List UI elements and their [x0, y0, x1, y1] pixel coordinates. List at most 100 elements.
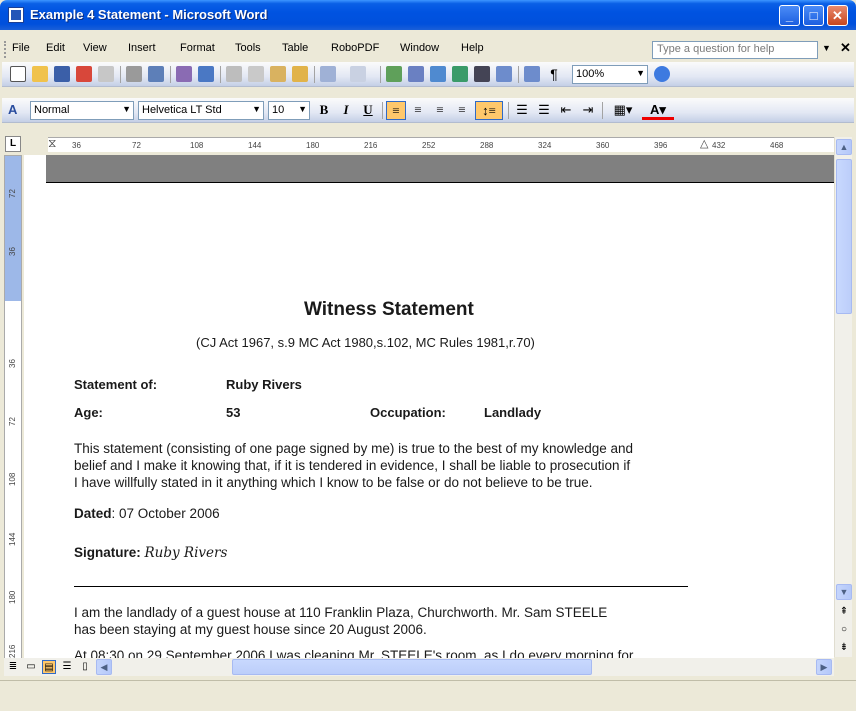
ruler-tick: 216	[8, 644, 17, 658]
web-layout-view-icon[interactable]: ▭	[24, 660, 38, 674]
menu-view[interactable]: View	[83, 42, 107, 54]
copy-icon[interactable]	[248, 66, 264, 82]
next-page-icon[interactable]: ⇟	[837, 641, 851, 655]
menu-format[interactable]: Format	[180, 42, 215, 54]
columns-icon[interactable]	[474, 66, 490, 82]
font-color-button[interactable]: A▾	[642, 101, 674, 120]
save-icon[interactable]	[54, 66, 70, 82]
previous-page-icon[interactable]: ⇞	[837, 605, 851, 619]
borders-icon[interactable]: ▦▾	[608, 101, 638, 120]
vertical-scrollbar[interactable]: ▲ ▼ ⇞ ○ ⇟	[834, 137, 852, 657]
line-spacing-button[interactable]: ↕≡	[475, 101, 503, 120]
email-icon[interactable]	[98, 66, 114, 82]
close-button[interactable]: ✕	[827, 5, 848, 26]
vertical-scroll-thumb[interactable]	[836, 159, 852, 314]
font-select[interactable]: Helvetica LT Std ▼	[138, 101, 264, 120]
declaration-line: belief and I make it knowing that, if it…	[74, 458, 631, 473]
bold-button[interactable]: B	[314, 101, 334, 120]
undo-icon[interactable]	[320, 66, 336, 82]
zoom-value: 100%	[576, 68, 605, 80]
help-icon[interactable]	[654, 66, 670, 82]
align-center-button[interactable]: ≡	[408, 101, 428, 120]
drawing-icon[interactable]	[496, 66, 512, 82]
horizontal-scrollbar[interactable]	[122, 659, 834, 675]
research-icon[interactable]	[198, 66, 214, 82]
redo-icon[interactable]	[350, 66, 366, 82]
maximize-button[interactable]: □	[803, 5, 824, 26]
menu-table[interactable]: Table	[282, 42, 308, 54]
outline-view-icon[interactable]: ☰	[60, 660, 74, 674]
right-indent-marker-icon[interactable]: △	[700, 137, 708, 150]
print-icon[interactable]	[126, 66, 142, 82]
help-search-input[interactable]: Type a question for help	[652, 41, 818, 59]
menubar-grip[interactable]	[4, 41, 7, 58]
divider-line	[74, 586, 688, 587]
insert-table-icon[interactable]	[430, 66, 446, 82]
format-painter-icon[interactable]	[292, 66, 308, 82]
font-size-value: 10	[272, 104, 285, 116]
align-left-button[interactable]: ≡	[386, 101, 406, 120]
menu-window[interactable]: Window	[400, 42, 439, 54]
scroll-left-button[interactable]: ◀	[96, 659, 112, 675]
menu-help[interactable]: Help	[461, 42, 484, 54]
document-area[interactable]: Witness Statement (CJ Act 1967, s.9 MC A…	[24, 155, 834, 660]
menu-file[interactable]: File	[12, 42, 30, 54]
spelling-icon[interactable]	[176, 66, 192, 82]
increase-indent-icon[interactable]: ⇥	[578, 101, 598, 120]
justify-button[interactable]: ≡	[452, 101, 472, 120]
body-paragraph-1: I am the landlady of a guest house at 11…	[74, 604, 754, 638]
tables-borders-icon[interactable]	[408, 66, 424, 82]
decrease-indent-icon[interactable]: ⇤	[556, 101, 576, 120]
cut-icon[interactable]	[226, 66, 242, 82]
document-close-button[interactable]: ✕	[840, 40, 851, 56]
print-preview-icon[interactable]	[148, 66, 164, 82]
horizontal-scroll-thumb[interactable]	[232, 659, 592, 675]
select-browse-object-icon[interactable]: ○	[837, 623, 851, 637]
style-select[interactable]: Normal ▼	[30, 101, 134, 120]
scroll-right-button[interactable]: ▶	[816, 659, 832, 675]
permission-icon[interactable]	[76, 66, 92, 82]
page-top-band	[46, 155, 834, 182]
formatting-toolbar: A Normal ▼ Helvetica LT Std ▼ 10 ▼ B I U…	[2, 98, 854, 123]
word-app-icon[interactable]	[8, 7, 24, 23]
bullets-icon[interactable]: ☰	[534, 101, 554, 120]
tab-selector[interactable]: L	[5, 136, 21, 152]
ruler-tick: 180	[8, 590, 17, 604]
signature-value: Ruby Rivers	[144, 545, 228, 561]
statement-subheading: (CJ Act 1967, s.9 MC Act 1980,s.102, MC …	[196, 335, 535, 350]
occupation-label: Occupation:	[370, 405, 446, 420]
print-layout-view-icon[interactable]: ▤	[42, 660, 56, 674]
show-hide-icon[interactable]: ¶	[546, 66, 562, 82]
ruler-tick: 180	[306, 141, 320, 150]
normal-view-icon[interactable]: ≣	[6, 660, 20, 674]
zoom-select[interactable]: 100% ▼	[572, 65, 648, 84]
ruler-tick: 216	[364, 141, 378, 150]
paste-icon[interactable]	[270, 66, 286, 82]
scroll-up-button[interactable]: ▲	[836, 139, 852, 155]
new-document-icon[interactable]	[10, 66, 26, 82]
minimize-button[interactable]: _	[779, 5, 800, 26]
help-dropdown-icon[interactable]: ▼	[822, 43, 831, 53]
reading-layout-view-icon[interactable]: ▯	[78, 660, 92, 674]
font-size-select[interactable]: 10 ▼	[268, 101, 310, 120]
menu-robopdf[interactable]: RoboPDF	[331, 42, 379, 54]
vertical-ruler[interactable]: 72 36 36 72 108 144 180 216	[4, 155, 22, 660]
underline-button[interactable]: U	[358, 101, 378, 120]
menu-edit[interactable]: Edit	[46, 42, 65, 54]
left-indent-marker-icon[interactable]: ⧖	[48, 136, 56, 151]
standard-toolbar: ¶ 100% ▼	[2, 62, 854, 87]
numbering-icon[interactable]: ☰	[512, 101, 532, 120]
styles-pane-icon[interactable]: A	[8, 102, 24, 118]
ruler-tick: 252	[422, 141, 436, 150]
menu-tools[interactable]: Tools	[235, 42, 261, 54]
hyperlink-icon[interactable]	[386, 66, 402, 82]
open-folder-icon[interactable]	[32, 66, 48, 82]
document-map-icon[interactable]	[524, 66, 540, 82]
scroll-down-button[interactable]: ▼	[836, 584, 852, 600]
insert-excel-icon[interactable]	[452, 66, 468, 82]
horizontal-ruler[interactable]: 36 72 108 144 180 216 252 288 324 360 39…	[48, 136, 834, 152]
menu-insert[interactable]: Insert	[128, 42, 156, 54]
ruler-tick: 36	[8, 247, 17, 256]
italic-button[interactable]: I	[336, 101, 356, 120]
align-right-button[interactable]: ≡	[430, 101, 450, 120]
